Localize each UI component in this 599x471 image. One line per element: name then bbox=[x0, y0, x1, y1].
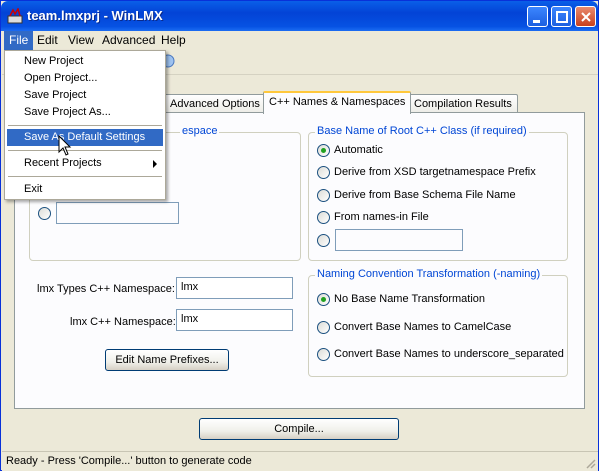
lmx-namespace-input[interactable]: lmx bbox=[176, 309, 293, 331]
submenu-arrow-icon bbox=[153, 160, 157, 168]
menu-file[interactable]: File bbox=[4, 31, 34, 50]
menu-separator bbox=[8, 125, 162, 126]
base-name-option-custom[interactable] bbox=[317, 232, 334, 248]
naming-radio-camelcase[interactable] bbox=[317, 320, 330, 334]
maximize-button[interactable] bbox=[551, 6, 572, 27]
naming-convention-group-legend: Naming Convention Transformation (-namin… bbox=[315, 268, 543, 280]
base-name-radio-schema-file[interactable] bbox=[317, 188, 330, 202]
resize-grip-icon[interactable] bbox=[584, 457, 596, 469]
lmx-namespace-label: lmx C++ Namespace: bbox=[70, 316, 176, 328]
namespace-group-legend: espace bbox=[180, 125, 220, 137]
naming-radio-underscore[interactable] bbox=[317, 347, 330, 361]
menu-bar: File Edit View Advanced Help bbox=[2, 31, 598, 50]
status-bar: Ready - Press 'Compile...' button to gen… bbox=[2, 451, 598, 471]
menu-item-exit[interactable]: Exit bbox=[7, 181, 163, 198]
menu-edit[interactable]: Edit bbox=[32, 31, 63, 50]
menu-separator bbox=[8, 150, 162, 151]
menu-item-recent-projects-label: Recent Projects bbox=[24, 157, 102, 169]
menu-item-save-as-default-settings[interactable]: Save As Default Settings bbox=[7, 129, 163, 146]
menu-help[interactable]: Help bbox=[156, 31, 191, 50]
base-name-label-names-in-file: From names-in File bbox=[334, 211, 429, 223]
menu-item-save-project-as[interactable]: Save Project As... bbox=[7, 104, 163, 121]
edit-name-prefixes-button[interactable]: Edit Name Prefixes... bbox=[105, 349, 229, 371]
menu-view[interactable]: View bbox=[63, 31, 99, 50]
base-name-radio-xsd-prefix[interactable] bbox=[317, 165, 330, 179]
naming-convention-group: Naming Convention Transformation (-namin… bbox=[308, 268, 568, 377]
mouse-cursor-icon bbox=[58, 135, 72, 156]
naming-label-underscore: Convert Base Names to underscore_separat… bbox=[334, 348, 564, 360]
base-name-label-xsd-prefix: Derive from XSD targetnamespace Prefix bbox=[334, 166, 536, 178]
menu-item-new-project[interactable]: New Project bbox=[7, 53, 163, 70]
base-name-option-xsd-prefix[interactable]: Derive from XSD targetnamespace Prefix bbox=[317, 164, 536, 180]
menu-advanced[interactable]: Advanced bbox=[97, 31, 160, 50]
naming-option-camelcase[interactable]: Convert Base Names to CamelCase bbox=[317, 319, 511, 335]
lmx-types-namespace-input[interactable]: lmx bbox=[176, 277, 293, 299]
base-name-radio-custom[interactable] bbox=[317, 233, 330, 247]
base-name-label-automatic: Automatic bbox=[334, 144, 383, 156]
compile-button[interactable]: Compile... bbox=[199, 418, 399, 440]
base-name-option-names-in-file[interactable]: From names-in File bbox=[317, 209, 429, 225]
base-name-group: Base Name of Root C++ Class (if required… bbox=[308, 125, 568, 261]
base-name-option-automatic[interactable]: Automatic bbox=[317, 142, 383, 158]
menu-separator bbox=[8, 176, 162, 177]
tab-cpp-names-namespaces[interactable]: C++ Names & Namespaces bbox=[263, 91, 412, 114]
minimize-button[interactable] bbox=[527, 6, 548, 27]
app-window: team.lmxprj - WinLMX File Edit View Adva… bbox=[0, 0, 599, 471]
menu-item-save-project[interactable]: Save Project bbox=[7, 87, 163, 104]
tab-compilation-results[interactable]: Compilation Results bbox=[408, 94, 518, 114]
naming-label-camelcase: Convert Base Names to CamelCase bbox=[334, 321, 512, 333]
namespace-custom-radio[interactable] bbox=[38, 206, 51, 220]
naming-radio-none[interactable] bbox=[317, 292, 330, 306]
naming-option-none[interactable]: No Base Name Transformation bbox=[317, 291, 485, 307]
status-text: Ready - Press 'Compile...' button to gen… bbox=[6, 455, 252, 467]
menu-item-recent-projects[interactable]: Recent Projects bbox=[7, 155, 163, 172]
base-name-group-legend: Base Name of Root C++ Class (if required… bbox=[315, 125, 529, 137]
tab-advanced-options[interactable]: Advanced Options bbox=[164, 94, 266, 114]
naming-option-underscore[interactable]: Convert Base Names to underscore_separat… bbox=[317, 346, 564, 362]
title-bar[interactable]: team.lmxprj - WinLMX bbox=[1, 1, 598, 31]
naming-label-none: No Base Name Transformation bbox=[334, 293, 486, 305]
base-name-radio-names-in-file[interactable] bbox=[317, 210, 330, 224]
base-name-radio-automatic[interactable] bbox=[317, 143, 330, 157]
lmx-types-namespace-label: lmx Types C++ Namespace: bbox=[37, 283, 175, 295]
base-name-custom-input[interactable] bbox=[335, 229, 463, 251]
namespace-custom-option[interactable] bbox=[38, 205, 55, 221]
close-button[interactable] bbox=[575, 6, 596, 27]
namespace-custom-input[interactable] bbox=[56, 202, 179, 224]
base-name-option-schema-file[interactable]: Derive from Base Schema File Name bbox=[317, 187, 516, 203]
file-menu-dropdown: New Project Open Project... Save Project… bbox=[4, 50, 166, 200]
window-title: team.lmxprj - WinLMX bbox=[27, 8, 163, 23]
winlmx-app-icon bbox=[7, 7, 23, 24]
base-name-label-schema-file: Derive from Base Schema File Name bbox=[334, 189, 516, 201]
menu-item-open-project[interactable]: Open Project... bbox=[7, 70, 163, 87]
